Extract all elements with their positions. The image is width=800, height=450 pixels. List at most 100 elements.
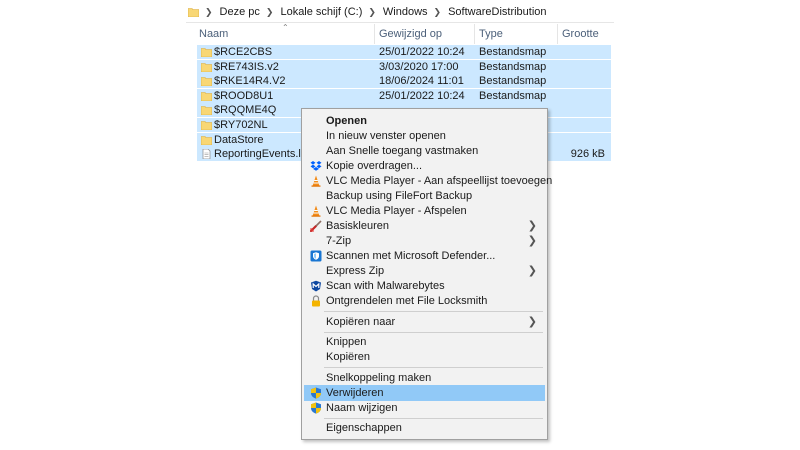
file-date: 18/06/2024 11:01	[379, 75, 464, 88]
column-name[interactable]: Naam	[199, 28, 228, 40]
file-type: Bestandsmap	[479, 75, 547, 88]
chevron-right-icon: ❯	[527, 265, 537, 277]
file-name: $RQQME4Q	[214, 104, 277, 117]
menu-item-label: In nieuw venster openen	[326, 130, 446, 142]
menu-item-label: Kopiëren naar	[326, 316, 396, 328]
column-date-modified[interactable]: Gewijzigd op	[379, 28, 442, 40]
menu-item-open[interactable]: Openen	[304, 113, 545, 129]
chevron-right-icon[interactable]: ❯	[368, 7, 376, 18]
file-name: $RE743IS.v2	[214, 60, 279, 73]
chevron-right-icon[interactable]: ❯	[434, 7, 442, 18]
defender-shield-icon	[310, 250, 322, 262]
column-header: ⌃ Naam Gewijzigd op Type Grootte	[186, 23, 614, 44]
menu-separator	[324, 367, 543, 368]
menu-item-label: Eigenschappen	[326, 422, 402, 434]
menu-item-express-zip[interactable]: Express Zip ❯	[304, 263, 545, 279]
file-type: Bestandsmap	[479, 89, 547, 102]
breadcrumb-windows[interactable]: Windows	[383, 6, 428, 18]
chevron-right-icon[interactable]: ❯	[205, 7, 213, 18]
file-name: ReportingEvents.log	[214, 148, 314, 161]
menu-item-defender-scan[interactable]: Scannen met Microsoft Defender...	[304, 248, 545, 264]
menu-item-label: Naam wijzigen	[326, 402, 398, 414]
menu-item-label: Basiskleuren	[326, 220, 389, 232]
menu-item-label: Scan with Malwarebytes	[326, 280, 445, 292]
menu-item-create-shortcut[interactable]: Snelkoppeling maken	[304, 370, 545, 386]
menu-item-open-new-window[interactable]: In nieuw venster openen	[304, 128, 545, 144]
uac-shield-icon	[310, 387, 322, 399]
menu-item-label: Backup using FileFort Backup	[326, 190, 473, 202]
file-date: 25/01/2022 10:24	[379, 89, 465, 102]
breadcrumb-local-disk[interactable]: Lokale schijf (C:)	[280, 6, 362, 18]
menu-item-label: 7-Zip	[326, 235, 352, 247]
menu-item-copy-transfer[interactable]: Kopie overdragen...	[304, 158, 545, 174]
menu-item-rename[interactable]: Naam wijzigen	[304, 400, 545, 416]
dropbox-icon	[310, 160, 322, 172]
menu-item-properties[interactable]: Eigenschappen	[304, 420, 545, 436]
sort-ascending-icon: ⌃	[282, 23, 289, 32]
folder-icon	[188, 7, 199, 17]
menu-item-filefort-backup[interactable]: Backup using FileFort Backup	[304, 188, 545, 204]
file-row[interactable]: $ROOD8U1 25/01/2022 10:24 Bestandsmap	[197, 88, 611, 103]
uac-shield-icon	[310, 402, 322, 414]
chevron-right-icon[interactable]: ❯	[266, 7, 274, 18]
menu-item-label: Openen	[326, 115, 367, 127]
folder-icon	[201, 91, 212, 101]
menu-item-basic-colors[interactable]: Basiskleuren ❯	[304, 218, 545, 234]
lock-icon	[310, 295, 322, 307]
breadcrumb-softwaredistribution[interactable]: SoftwareDistribution	[448, 6, 546, 18]
menu-separator	[324, 332, 543, 333]
menu-item-label: VLC Media Player - Afspelen	[326, 205, 467, 217]
vlc-cone-icon	[310, 175, 322, 187]
menu-item-label: Scannen met Microsoft Defender...	[326, 250, 496, 262]
menu-item-malwarebytes[interactable]: Scan with Malwarebytes	[304, 278, 545, 294]
document-icon	[201, 149, 212, 160]
column-size[interactable]: Grootte	[562, 28, 599, 40]
folder-icon	[201, 105, 212, 116]
file-size: 926 kB	[570, 148, 605, 161]
menu-item-vlc-add-playlist[interactable]: VLC Media Player - Aan afspeellijst toev…	[304, 173, 552, 189]
file-name: $RY702NL	[214, 118, 268, 131]
file-type: Bestandsmap	[479, 60, 547, 73]
menu-item-label: Kopie overdragen...	[326, 160, 423, 172]
file-name: DataStore	[214, 133, 264, 146]
menu-item-label: Kopiëren	[326, 351, 371, 363]
column-type[interactable]: Type	[479, 28, 503, 40]
menu-separator	[324, 418, 543, 419]
column-divider[interactable]	[474, 24, 475, 44]
file-name: $RKE14R4.V2	[214, 75, 286, 88]
menu-item-label: Knippen	[326, 336, 367, 348]
file-row[interactable]: $RCE2CBS 25/01/2022 10:24 Bestandsmap	[197, 45, 611, 59]
file-name: $ROOD8U1	[214, 89, 274, 102]
menu-item-file-locksmith[interactable]: Ontgrendelen met File Locksmith	[304, 293, 545, 309]
vlc-cone-icon	[310, 205, 322, 217]
menu-item-label: Verwijderen	[326, 387, 384, 399]
file-date: 3/03/2020 17:00	[379, 60, 459, 73]
address-bar[interactable]: ❯ Deze pc ❯ Lokale schijf (C:) ❯ Windows…	[186, 2, 614, 23]
folder-icon	[201, 76, 212, 87]
breadcrumb-this-pc[interactable]: Deze pc	[220, 6, 260, 18]
file-date: 25/01/2022 10:24	[379, 46, 465, 58]
menu-item-label: Ontgrendelen met File Locksmith	[326, 295, 488, 307]
menu-item-copy[interactable]: Kopiëren	[304, 349, 545, 365]
menu-item-label: Aan Snelle toegang vastmaken	[326, 145, 479, 157]
file-row[interactable]: $RKE14R4.V2 18/06/2024 11:01 Bestandsmap	[197, 74, 611, 89]
file-name: $RCE2CBS	[214, 46, 273, 58]
menu-item-vlc-play[interactable]: VLC Media Player - Afspelen	[304, 203, 545, 219]
folder-icon	[201, 47, 212, 57]
column-divider[interactable]	[557, 24, 558, 44]
menu-item-pin-quick-access[interactable]: Aan Snelle toegang vastmaken	[304, 143, 545, 159]
menu-item-label: Express Zip	[326, 265, 385, 277]
folder-icon	[201, 62, 212, 72]
folder-icon	[201, 120, 212, 130]
file-row[interactable]: $RE743IS.v2 3/03/2020 17:00 Bestandsmap	[197, 59, 611, 74]
chevron-right-icon: ❯	[527, 316, 537, 328]
menu-item-cut[interactable]: Knippen	[304, 334, 545, 350]
menu-separator	[324, 311, 543, 312]
menu-item-7zip[interactable]: 7-Zip ❯	[304, 233, 545, 249]
menu-item-delete[interactable]: Verwijderen	[304, 385, 545, 401]
menu-item-label: Snelkoppeling maken	[326, 372, 432, 384]
column-divider[interactable]	[374, 24, 375, 44]
menu-item-label: VLC Media Player - Aan afspeellijst toev…	[326, 175, 553, 187]
file-type: Bestandsmap	[479, 46, 547, 58]
menu-item-copy-to[interactable]: Kopiëren naar ❯	[304, 314, 545, 330]
